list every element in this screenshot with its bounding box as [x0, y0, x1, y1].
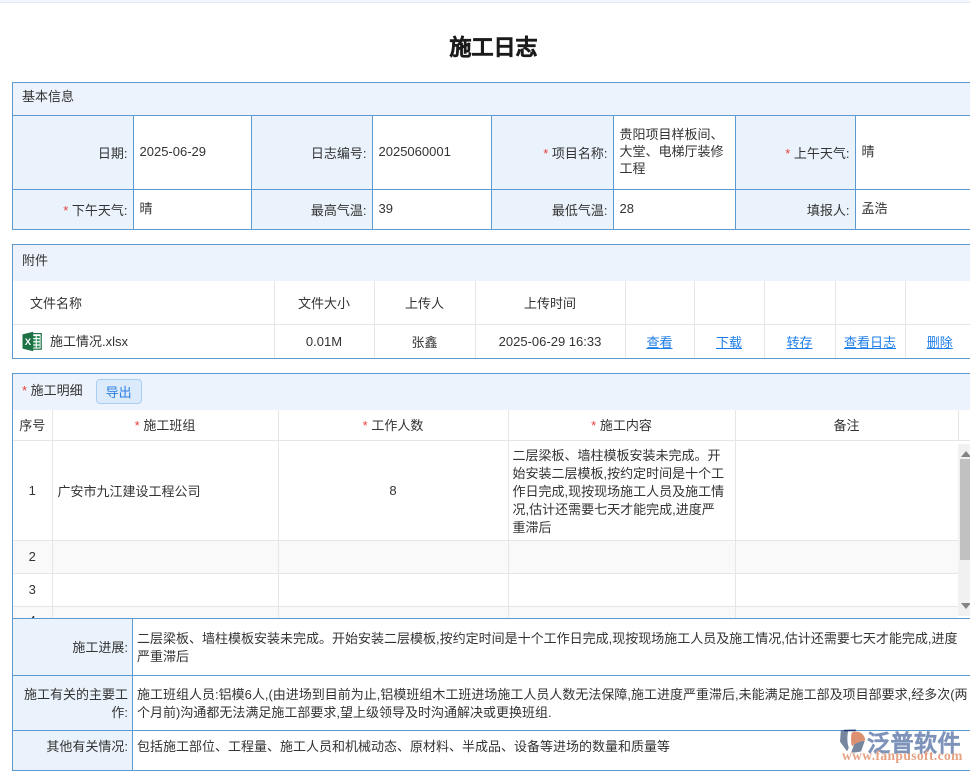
svg-text:X: X	[25, 337, 32, 348]
